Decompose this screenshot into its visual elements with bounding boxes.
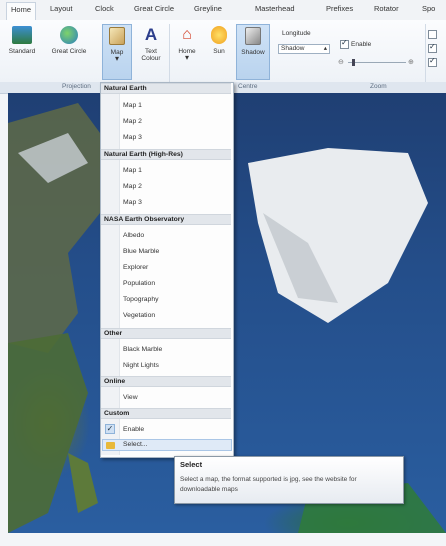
shadow-icon — [245, 27, 261, 45]
shadow-combo-value: Shadow — [281, 45, 305, 52]
menu-section-online: Online — [101, 376, 231, 387]
tooltip-title: Select — [180, 460, 203, 469]
menu-section-natural-earth: Natural Earth — [101, 83, 231, 94]
zoom-slider[interactable]: ⊖ ⊕ — [338, 58, 416, 66]
tab-masterhead[interactable]: Masterhead — [255, 4, 295, 13]
tab-layout[interactable]: Layout — [50, 4, 73, 13]
tab-prefixes[interactable]: Prefixes — [326, 4, 353, 13]
slider-track — [348, 62, 406, 63]
menu-item-high-res-map1[interactable]: Map 1 — [123, 167, 142, 174]
florida-landmass — [68, 453, 98, 513]
select-tooltip: Select Select a map, the format supporte… — [174, 456, 404, 504]
menu-item-explorer[interactable]: Explorer — [123, 264, 148, 271]
north-america-landmass — [8, 333, 88, 533]
text-colour-button[interactable]: A Text Colour — [137, 24, 165, 70]
longitude-label: Longitude — [282, 30, 311, 37]
menu-section-custom: Custom — [101, 408, 231, 419]
menu-item-high-res-map3[interactable]: Map 3 — [123, 199, 142, 206]
standard-label: Standard — [8, 48, 36, 55]
map-dropdown-menu: Natural Earth Map 1 Map 2 Map 3 Natural … — [100, 82, 234, 458]
tab-home[interactable]: Home — [6, 2, 37, 20]
menu-item-view[interactable]: View — [123, 394, 138, 401]
menu-section-other: Other — [101, 328, 231, 339]
tab-greyline[interactable]: Greyline — [194, 4, 222, 13]
menu-item-natural-earth-map1[interactable]: Map 1 — [123, 102, 142, 109]
menu-item-population[interactable]: Population — [123, 280, 155, 287]
menu-item-highlight — [102, 439, 232, 451]
menu-section-nasa: NASA Earth Observatory — [101, 214, 231, 225]
sun-icon — [211, 26, 227, 44]
home-button[interactable]: ⌂ Home ▾ — [172, 24, 202, 70]
menu-item-topography[interactable]: Topography — [123, 296, 159, 303]
great-circle-label: Great Circle — [51, 48, 87, 55]
tooltip-body: Select a map, the format supported is jp… — [180, 476, 357, 493]
tab-spots[interactable]: Spo — [422, 4, 435, 13]
enable-checkbox[interactable]: Enable — [340, 38, 372, 49]
menu-item-black-marble[interactable]: Black Marble — [123, 346, 162, 353]
map-icon — [109, 27, 125, 45]
checkbox-icon — [428, 42, 437, 53]
map-button[interactable]: Map ▾ — [102, 24, 132, 80]
menu-item-albedo[interactable]: Albedo — [123, 232, 144, 239]
checkbox-icon — [428, 30, 437, 39]
side-checkbox-1[interactable] — [428, 30, 439, 39]
group-label-centre: Centre — [238, 83, 258, 90]
check-icon: ✓ — [105, 424, 115, 434]
shadow-button[interactable]: Shadow — [236, 24, 270, 80]
text-colour-icon: A — [144, 25, 158, 44]
menu-item-high-res-map2[interactable]: Map 2 — [123, 183, 142, 190]
menu-item-night-lights[interactable]: Night Lights — [123, 362, 159, 369]
zoom-plus-icon: ⊕ — [408, 59, 414, 66]
sun-label: Sun — [213, 48, 225, 55]
zoom-minus-icon: ⊖ — [338, 59, 344, 66]
shadow-label: Shadow — [241, 49, 265, 56]
chevron-down-icon: ▾ — [114, 54, 119, 63]
tab-clock[interactable]: Clock — [95, 4, 114, 13]
menu-item-natural-earth-map3[interactable]: Map 3 — [123, 134, 142, 141]
tab-rotator[interactable]: Rotator — [374, 4, 399, 13]
chevron-down-icon: ▾ — [184, 53, 189, 62]
great-circle-button[interactable]: Great Circle — [46, 24, 92, 70]
checkbox-icon — [340, 38, 349, 49]
menu-icon-gutter — [101, 83, 120, 455]
side-checkbox-2[interactable] — [428, 42, 439, 53]
globe-icon — [60, 26, 78, 44]
folder-icon — [106, 442, 115, 449]
slider-thumb[interactable] — [352, 59, 355, 66]
chevron-down-icon: ▴ — [323, 45, 327, 52]
menu-item-select[interactable]: Select... — [123, 441, 148, 448]
home-icon: ⌂ — [182, 26, 192, 43]
bottom-border — [0, 533, 446, 546]
checkbox-icon — [428, 56, 437, 67]
enable-label: Enable — [351, 41, 372, 49]
ribbon-separator — [425, 24, 426, 90]
ribbon-tab-strip: Home Layout Clock Great Circle Greyline … — [0, 0, 446, 21]
menu-section-natural-earth-high-res: Natural Earth (High-Res) — [101, 149, 231, 160]
text-colour-label: Text Colour — [141, 48, 161, 62]
ribbon-separator — [169, 24, 170, 90]
group-label-projection: Projection — [62, 83, 91, 90]
menu-item-enable[interactable]: Enable — [123, 426, 144, 433]
shadow-combo[interactable]: Shadow ▴ — [278, 44, 330, 54]
standard-map-icon — [12, 26, 32, 44]
menu-item-blue-marble[interactable]: Blue Marble — [123, 248, 159, 255]
menu-item-natural-earth-map2[interactable]: Map 2 — [123, 118, 142, 125]
group-label-zoom: Zoom — [370, 83, 387, 90]
side-checkbox-3[interactable] — [428, 56, 439, 67]
standard-button[interactable]: Standard — [2, 24, 42, 70]
menu-item-vegetation[interactable]: Vegetation — [123, 312, 155, 319]
tab-great-circle[interactable]: Great Circle — [134, 4, 174, 13]
sun-button[interactable]: Sun — [206, 24, 232, 70]
